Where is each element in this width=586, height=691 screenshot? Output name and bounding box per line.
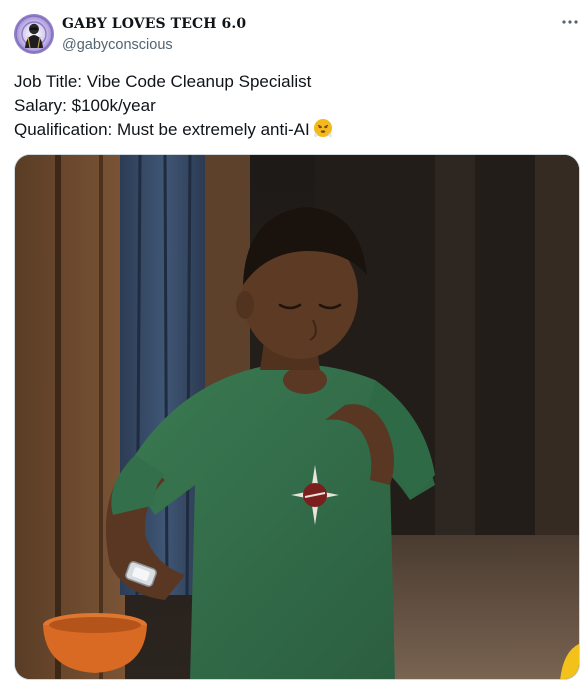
tweet-text-line: Job Title: Vibe Code Cleanup Specialist [14, 72, 312, 91]
avatar-spiral-icon [14, 14, 54, 54]
boy-in-green-shirt-image [15, 155, 579, 679]
author-handle[interactable]: @gabyconscious [62, 37, 173, 53]
tweet-media-image[interactable] [14, 154, 580, 680]
tweet-text-line: Qualification: Must be extremely anti-AI [14, 118, 574, 145]
avatar[interactable] [14, 14, 54, 54]
tweet-card: GABY LOVES TECH 6.0 @gabyconscious Job T… [0, 0, 586, 691]
tweet-text-line-content: Qualification: Must be extremely anti-AI [14, 120, 310, 139]
author-display-name[interactable]: GABY LOVES TECH 6.0 [62, 16, 246, 32]
tweet-text: Job Title: Vibe Code Cleanup Specialist … [14, 70, 574, 145]
more-options-button[interactable] [556, 10, 584, 34]
more-horizontal-icon [562, 20, 578, 24]
tweet-text-line: Salary: $100k/year [14, 96, 156, 115]
face-with-steam-from-nose-icon [313, 118, 333, 145]
